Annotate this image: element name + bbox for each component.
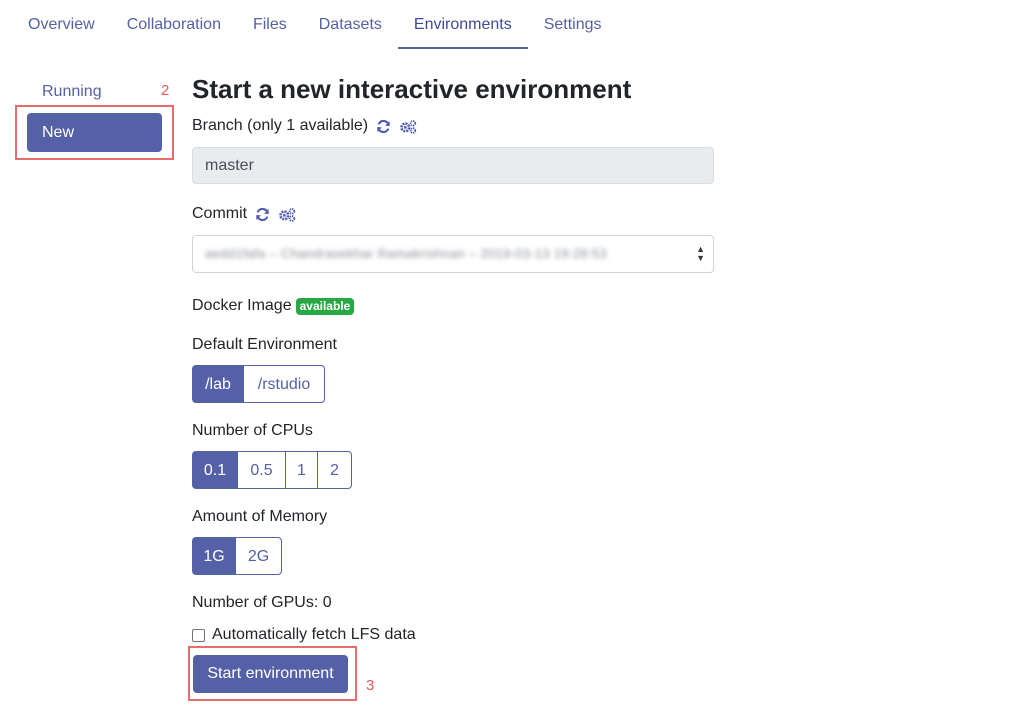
- memory-label: Amount of Memory: [192, 508, 328, 525]
- branch-label: Branch (only 1 available): [192, 117, 369, 134]
- cpu-option-0-1[interactable]: 0.1: [192, 451, 238, 489]
- memory-option-2g[interactable]: 2G: [235, 537, 282, 575]
- refresh-icon[interactable]: [255, 207, 270, 222]
- cogs-icon[interactable]: [278, 207, 296, 222]
- commit-label: Commit: [192, 205, 248, 222]
- environment-tabs: Overview Collaboration Files Datasets En…: [12, 0, 618, 49]
- tab-files[interactable]: Files: [237, 0, 303, 49]
- tab-datasets[interactable]: Datasets: [303, 0, 398, 49]
- status-badge: available: [295, 297, 355, 315]
- docker-label-row: Docker Image available: [192, 297, 355, 315]
- default-env-label: Default Environment: [192, 336, 337, 353]
- gpus-label: Number of GPUs: 0: [192, 594, 332, 611]
- tab-settings[interactable]: Settings: [528, 0, 618, 49]
- lfs-label[interactable]: Automatically fetch LFS data: [212, 626, 416, 644]
- branch-label-row: Branch (only 1 available): [192, 117, 417, 135]
- tab-collaboration[interactable]: Collaboration: [111, 0, 237, 49]
- annotation-number-2: 2: [161, 82, 170, 99]
- cogs-icon[interactable]: [399, 119, 417, 134]
- annotation-number-3: 3: [366, 677, 375, 694]
- docker-label: Docker Image: [192, 297, 292, 314]
- default-env-group: /lab /rstudio: [192, 365, 325, 403]
- cpus-group: 0.1 0.5 1 2: [192, 451, 352, 489]
- branch-input[interactable]: master: [192, 147, 714, 184]
- commit-label-row: Commit: [192, 205, 296, 223]
- select-arrows-icon: ▲ ▼: [696, 244, 705, 263]
- memory-group: 1G 2G: [192, 537, 282, 575]
- start-environment-button[interactable]: Start environment: [193, 655, 348, 693]
- memory-option-1g[interactable]: 1G: [192, 537, 236, 575]
- env-option-rstudio[interactable]: /rstudio: [243, 365, 325, 403]
- refresh-icon[interactable]: [376, 119, 391, 134]
- cpu-option-2[interactable]: 2: [317, 451, 352, 489]
- annotation-box-new: [15, 105, 174, 160]
- lfs-checkbox[interactable]: [192, 628, 205, 642]
- sidebar-item-running[interactable]: Running: [42, 83, 102, 101]
- tab-environments[interactable]: Environments: [397, 0, 528, 49]
- lfs-row: Automatically fetch LFS data: [192, 626, 416, 644]
- env-option-lab[interactable]: /lab: [192, 365, 244, 403]
- page-title: Start a new interactive environment: [192, 74, 632, 104]
- cpu-option-1[interactable]: 1: [285, 451, 318, 489]
- commit-select[interactable]: aedd1fafa – Chandrasekhar Ramakrishnan –…: [192, 235, 714, 273]
- commit-selected-value: aedd1fafa – Chandrasekhar Ramakrishnan –…: [205, 246, 607, 261]
- tab-overview[interactable]: Overview: [12, 0, 111, 49]
- cpu-option-0-5[interactable]: 0.5: [237, 451, 286, 489]
- cpus-label: Number of CPUs: [192, 422, 313, 439]
